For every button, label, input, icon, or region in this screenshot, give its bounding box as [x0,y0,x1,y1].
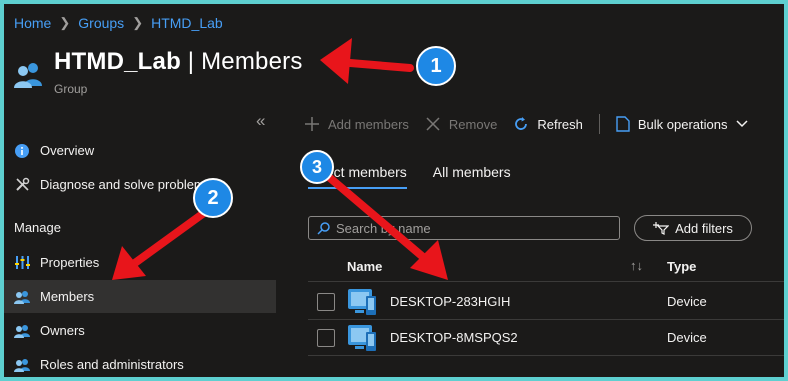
sidebar-item-label: Properties [40,255,100,270]
sidebar-item-label: Overview [40,143,95,158]
table-header: Name ↑↓ Type [308,250,784,282]
page-title: HTMD_Lab | Members [54,48,303,75]
sidebar-item-members[interactable]: Members [4,280,276,313]
sidebar-item-owners[interactable]: Owners [4,314,276,347]
close-icon [425,116,441,132]
device-icon [348,289,376,315]
add-filters-label: Add filters [675,220,733,236]
toolbar: Add members Remove Refresh Bulk operatio… [304,114,764,134]
row-type: Device [667,294,707,309]
people-icon [14,323,30,339]
breadcrumb-group[interactable]: HTMD_Lab [151,15,223,31]
toolbar-divider [598,114,600,134]
sidebar-item-label: Owners [40,323,85,338]
people-icon [14,289,30,305]
sidebar-item-label: Members [40,289,95,304]
row-checkbox[interactable] [317,329,335,347]
row-name[interactable]: DESKTOP-283HGIH [390,294,510,309]
sidebar-item-overview[interactable]: Overview [4,134,276,167]
sidebar-item-diagnose[interactable]: Diagnose and solve problems [4,168,276,201]
breadcrumb: Home ❯ Groups ❯ HTMD_Lab [14,15,223,31]
search-icon [317,221,330,235]
annotation-badge-3: 3 [300,150,334,184]
add-members-label: Add members [328,116,409,132]
tab-all-members[interactable]: All members [433,164,511,189]
document-icon [616,116,630,132]
column-name[interactable]: Name [347,259,382,274]
annotation-badge-1: 1 [416,46,456,86]
annotation-badge-2: 2 [193,178,233,218]
sidebar-item-label: Roles and administrators [40,357,184,372]
search-placeholder: Search by name [336,220,431,236]
device-icon [348,325,376,351]
table-row[interactable]: DESKTOP-8MSPQS2 Device [308,320,784,356]
sidebar-item-properties[interactable]: Properties [4,246,276,279]
chevron-down-icon [735,120,748,128]
properties-icon [14,255,30,271]
collapse-sidebar-icon[interactable]: « [256,111,265,131]
main-pane: Add members Remove Refresh Bulk operatio… [294,104,784,377]
info-icon [14,143,30,159]
bulk-operations-label: Bulk operations [637,116,728,132]
sidebar-item-roles[interactable]: Roles and administrators [4,348,276,377]
row-name[interactable]: DESKTOP-8MSPQS2 [390,330,518,345]
search-input[interactable]: Search by name [308,216,620,240]
column-type[interactable]: Type [667,259,696,274]
sort-icon[interactable]: ↑↓ [630,258,643,273]
row-checkbox[interactable] [317,293,335,311]
add-members-button[interactable]: Add members [304,116,409,132]
sidebar-item-label: Diagnose and solve problems [40,177,212,192]
wrench-icon [14,177,30,193]
portal-window: Home ❯ Groups ❯ HTMD_Lab HTMD_Lab | Memb… [4,4,784,377]
remove-button[interactable]: Remove [425,116,497,132]
refresh-label: Refresh [537,116,583,132]
breadcrumb-groups[interactable]: Groups [78,15,124,31]
refresh-button[interactable]: Refresh [513,116,583,132]
refresh-icon [513,116,529,132]
group-icon [14,63,42,88]
sidebar: « Overview Diagnose and solve problems M… [4,104,276,377]
plus-icon [304,116,320,132]
table-row[interactable]: DESKTOP-283HGIH Device [308,284,784,320]
chevron-right-icon: ❯ [132,15,144,30]
filter-add-icon [653,221,670,235]
bulk-operations-button[interactable]: Bulk operations [616,116,748,132]
add-filters-button[interactable]: Add filters [634,215,752,241]
member-tabs: Direct members All members [308,164,537,189]
section-manage: Manage [14,220,61,235]
people-icon [14,357,30,373]
breadcrumb-home[interactable]: Home [14,15,51,31]
chevron-right-icon: ❯ [59,15,71,30]
row-type: Device [667,330,707,345]
page-subtitle: Group [54,82,88,96]
remove-label: Remove [448,116,498,132]
